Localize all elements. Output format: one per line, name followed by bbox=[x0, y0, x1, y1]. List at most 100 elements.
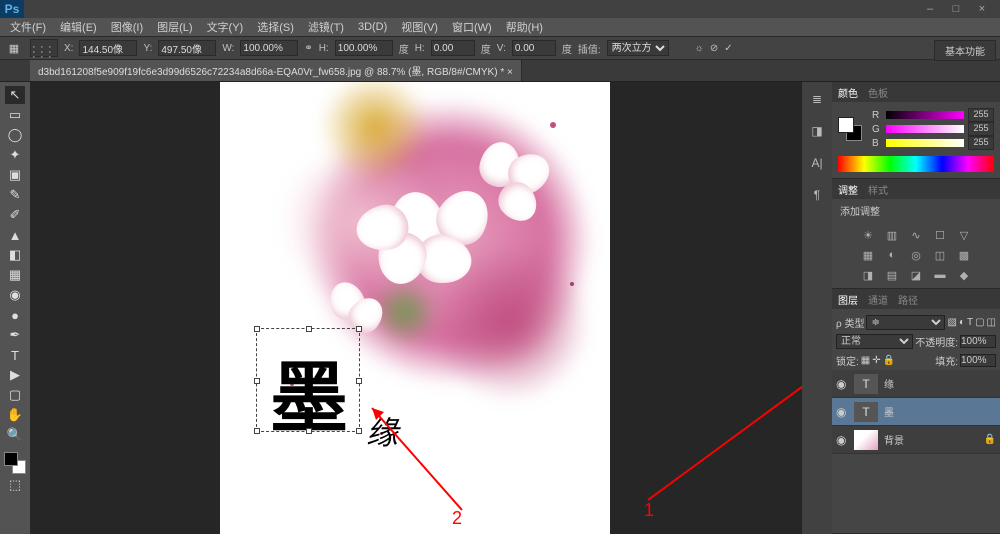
photo-filter-icon[interactable]: ◎ bbox=[908, 248, 924, 262]
interp-select[interactable]: 两次立方 bbox=[607, 40, 669, 56]
transform-handle[interactable] bbox=[254, 428, 260, 434]
w-input[interactable] bbox=[240, 40, 298, 56]
brightness-icon[interactable]: ☀ bbox=[860, 228, 876, 242]
blur-tool[interactable]: ◉ bbox=[5, 286, 25, 304]
properties-panel-icon[interactable]: ◨ bbox=[808, 122, 826, 140]
clone-stamp-tool[interactable]: ▲ bbox=[5, 226, 25, 244]
menu-view[interactable]: 视图(V) bbox=[395, 17, 444, 37]
bw-icon[interactable]: ◐ bbox=[884, 248, 900, 262]
filter-image-icon[interactable]: ▧ bbox=[947, 317, 956, 328]
posterize-icon[interactable]: ▤ bbox=[884, 268, 900, 282]
h2-input[interactable] bbox=[431, 40, 475, 56]
visibility-icon[interactable]: ◉ bbox=[836, 405, 848, 419]
tab-color[interactable]: 颜色 bbox=[838, 85, 858, 100]
x-input[interactable] bbox=[79, 40, 137, 56]
canvas-text-small[interactable]: 缘 bbox=[366, 408, 398, 454]
crop-tool[interactable]: ▣ bbox=[5, 166, 25, 184]
b-value[interactable]: 255 bbox=[968, 136, 994, 150]
layer-item[interactable]: ◉ T 墨 bbox=[832, 398, 1000, 426]
hand-tool[interactable]: ✋ bbox=[5, 406, 25, 424]
move-tool[interactable]: ↖ bbox=[5, 86, 25, 104]
visibility-icon[interactable]: ◉ bbox=[836, 433, 848, 447]
menu-window[interactable]: 窗口(W) bbox=[446, 17, 498, 37]
menu-type[interactable]: 文字(Y) bbox=[201, 17, 250, 37]
transform-handle[interactable] bbox=[254, 326, 260, 332]
quick-mask-icon[interactable]: ⬚ bbox=[5, 476, 25, 494]
menu-file[interactable]: 文件(F) bbox=[4, 17, 52, 37]
exposure-icon[interactable]: ☐ bbox=[932, 228, 948, 242]
b-slider[interactable] bbox=[886, 139, 964, 147]
y-input[interactable] bbox=[158, 40, 216, 56]
character-panel-icon[interactable]: A| bbox=[808, 154, 826, 172]
v-input[interactable] bbox=[512, 40, 556, 56]
dodge-tool[interactable]: ● bbox=[5, 306, 25, 324]
blend-mode-select[interactable]: 正常 bbox=[836, 334, 913, 349]
lasso-tool[interactable]: ◯ bbox=[5, 126, 25, 144]
threshold-icon[interactable]: ◪ bbox=[908, 268, 924, 282]
transform-bounding-box[interactable] bbox=[256, 328, 360, 432]
color-spectrum[interactable] bbox=[838, 156, 994, 172]
r-value[interactable]: 255 bbox=[968, 108, 994, 122]
path-selection-tool[interactable]: ▶ bbox=[5, 366, 25, 384]
lock-all-icon[interactable]: 🔒 bbox=[883, 355, 895, 366]
color-swatch[interactable] bbox=[4, 452, 26, 474]
transform-handle[interactable] bbox=[356, 378, 362, 384]
transform-handle[interactable] bbox=[306, 326, 312, 332]
eyedropper-tool[interactable]: ✎ bbox=[5, 186, 25, 204]
eraser-tool[interactable]: ◧ bbox=[5, 246, 25, 264]
layer-filter-select[interactable]: ≑ bbox=[866, 315, 945, 330]
channel-mixer-icon[interactable]: ◫ bbox=[932, 248, 948, 262]
color-lookup-icon[interactable]: ▩ bbox=[956, 248, 972, 262]
zoom-tool[interactable]: 🔍 bbox=[5, 426, 25, 444]
tab-swatches[interactable]: 色板 bbox=[868, 85, 888, 100]
transform-handle[interactable] bbox=[306, 428, 312, 434]
window-minimize-button[interactable]: – bbox=[918, 2, 942, 16]
transform-handle[interactable] bbox=[254, 378, 260, 384]
color-swatch-pair[interactable] bbox=[838, 117, 862, 141]
opacity-input[interactable] bbox=[960, 335, 996, 348]
vibrance-icon[interactable]: ▽ bbox=[956, 228, 972, 242]
menu-help[interactable]: 帮助(H) bbox=[500, 17, 549, 37]
type-tool[interactable]: T bbox=[5, 346, 25, 364]
visibility-icon[interactable]: ◉ bbox=[836, 377, 848, 391]
g-value[interactable]: 255 bbox=[968, 122, 994, 136]
window-close-button[interactable]: × bbox=[970, 2, 994, 16]
tab-layers[interactable]: 图层 bbox=[838, 292, 858, 307]
g-slider[interactable] bbox=[886, 125, 964, 133]
menu-edit[interactable]: 编辑(E) bbox=[54, 17, 103, 37]
lock-pixels-icon[interactable]: ▦ bbox=[861, 355, 870, 366]
h-input[interactable] bbox=[335, 40, 393, 56]
workspace-preset-button[interactable]: 基本功能 bbox=[934, 40, 996, 61]
menu-3d[interactable]: 3D(D) bbox=[352, 19, 393, 35]
tab-styles[interactable]: 样式 bbox=[868, 182, 888, 197]
selective-color-icon[interactable]: ◆ bbox=[956, 268, 972, 282]
gradient-tool[interactable]: ▦ bbox=[5, 266, 25, 284]
magic-wand-tool[interactable]: ✦ bbox=[5, 146, 25, 164]
filter-shape-icon[interactable]: ▢ bbox=[975, 317, 984, 328]
menu-layer[interactable]: 图层(L) bbox=[151, 17, 198, 37]
canvas-area[interactable]: 墨 缘 1 2 bbox=[30, 82, 802, 534]
brush-tool[interactable]: ✐ bbox=[5, 206, 25, 224]
reference-point-locator[interactable]: ········· bbox=[30, 39, 58, 57]
cancel-transform-icon[interactable]: ⊘ bbox=[710, 43, 718, 54]
invert-icon[interactable]: ◨ bbox=[860, 268, 876, 282]
pen-tool[interactable]: ✒ bbox=[5, 326, 25, 344]
menu-image[interactable]: 图像(I) bbox=[105, 17, 149, 37]
commit-transform-icon[interactable]: ✓ bbox=[724, 43, 732, 54]
history-panel-icon[interactable]: ≣ bbox=[808, 90, 826, 108]
tab-adjustments[interactable]: 调整 bbox=[838, 182, 858, 197]
document-tab[interactable]: d3bd161208f5e909f19fc6e3d99d6526c72234a8… bbox=[30, 60, 522, 81]
layer-name[interactable]: 缘 bbox=[884, 376, 894, 391]
r-slider[interactable] bbox=[886, 111, 964, 119]
filter-adjust-icon[interactable]: ◐ bbox=[959, 317, 965, 328]
filter-type-icon[interactable]: T bbox=[967, 317, 973, 328]
rectangle-tool[interactable]: ▢ bbox=[5, 386, 25, 404]
levels-icon[interactable]: ▥ bbox=[884, 228, 900, 242]
marquee-tool[interactable]: ▭ bbox=[5, 106, 25, 124]
paragraph-panel-icon[interactable]: ¶ bbox=[808, 186, 826, 204]
link-icon[interactable]: ⚭ bbox=[304, 43, 312, 54]
transform-handle[interactable] bbox=[356, 326, 362, 332]
gradient-map-icon[interactable]: ▬ bbox=[932, 268, 948, 282]
window-maximize-button[interactable]: □ bbox=[944, 2, 968, 16]
menu-filter[interactable]: 滤镜(T) bbox=[302, 17, 350, 37]
